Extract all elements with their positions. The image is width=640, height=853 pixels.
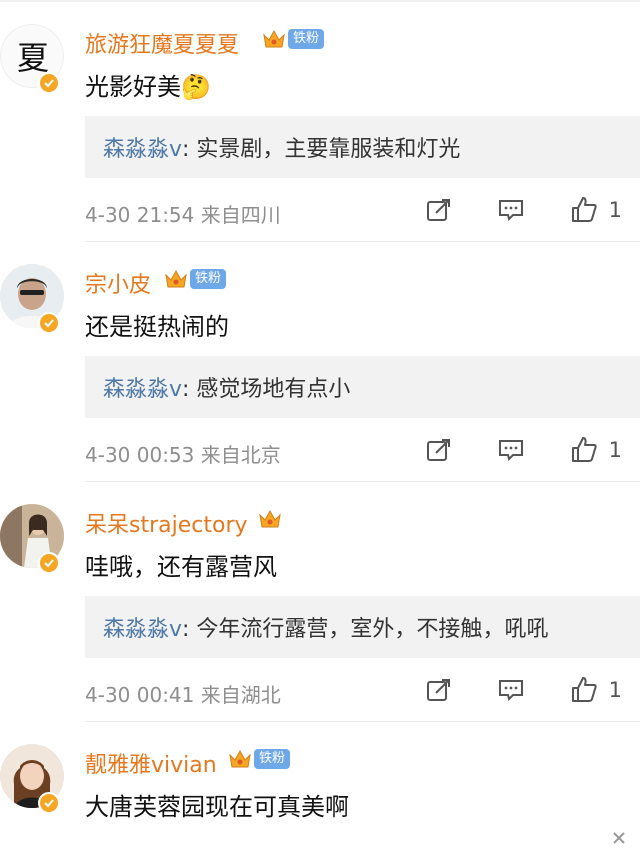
reply-username[interactable]: 森淼淼v <box>103 371 182 403</box>
like-button[interactable]: 1 <box>569 435 622 465</box>
crown-icon <box>258 508 282 530</box>
username[interactable]: 呆呆strajectory <box>85 507 248 539</box>
comment-icon[interactable] <box>497 196 525 224</box>
verified-icon <box>38 72 60 94</box>
fan-badge: 铁粉 <box>254 749 291 769</box>
comment-text: 大唐芙蓉园现在可真美啊 <box>85 793 349 821</box>
reply-text: : 感觉场地有点小 <box>182 377 351 402</box>
comment-meta: 4-30 00:53 来自北京 <box>85 443 281 467</box>
comment-text: 还是挺热闹的 <box>85 313 229 341</box>
reply-username[interactable]: 森淼淼v <box>103 611 182 643</box>
share-icon[interactable] <box>425 436 453 464</box>
divider <box>85 241 640 242</box>
fan-badge: 铁粉 <box>190 269 227 289</box>
crown-icon <box>164 268 188 290</box>
comment-text: 光影好美🤔 <box>85 73 211 101</box>
crown-icon <box>262 28 286 50</box>
comment-meta: 4-30 00:41 来自湖北 <box>85 683 281 707</box>
like-button[interactable]: 1 <box>569 195 622 225</box>
crown-icon <box>228 748 252 770</box>
like-icon <box>571 677 597 702</box>
like-icon <box>571 197 597 222</box>
comment-icon[interactable] <box>497 436 525 464</box>
like-icon <box>571 437 597 462</box>
reply-text: : 今年流行露营，室外，不接触，吼吼 <box>182 617 549 642</box>
like-button[interactable]: 1 <box>569 675 622 705</box>
like-count: 1 <box>608 678 622 702</box>
close-icon[interactable] <box>610 829 628 851</box>
like-count: 1 <box>608 438 622 462</box>
verified-icon <box>38 792 60 814</box>
reply-username[interactable]: 森淼淼v <box>103 131 182 163</box>
like-count: 1 <box>608 198 622 222</box>
reply-box[interactable]: 森淼淼v : 今年流行露营，室外，不接触，吼吼 <box>85 596 640 658</box>
comment-meta: 4-30 21:54 来自四川 <box>85 203 281 227</box>
username[interactable]: 靓雅雅vivian <box>85 747 217 779</box>
share-icon[interactable] <box>425 676 453 704</box>
divider <box>85 721 640 722</box>
comment-icon[interactable] <box>497 676 525 704</box>
reply-box[interactable]: 森淼淼v : 实景剧，主要靠服装和灯光 <box>85 116 640 178</box>
share-icon[interactable] <box>425 196 453 224</box>
fan-badge: 铁粉 <box>288 29 325 49</box>
top-divider <box>0 0 640 2</box>
verified-icon <box>38 312 60 334</box>
username[interactable]: 宗小皮 <box>85 267 151 299</box>
comment-text: 哇哦，还有露营风 <box>85 553 277 581</box>
reply-box[interactable]: 森淼淼v : 感觉场地有点小 <box>85 356 640 418</box>
verified-icon <box>38 552 60 574</box>
reply-text: : 实景剧，主要靠服装和灯光 <box>182 137 461 162</box>
svg-text:夏: 夏 <box>17 39 49 77</box>
divider <box>85 481 640 482</box>
username[interactable]: 旅游狂魔夏夏夏 <box>85 27 239 59</box>
